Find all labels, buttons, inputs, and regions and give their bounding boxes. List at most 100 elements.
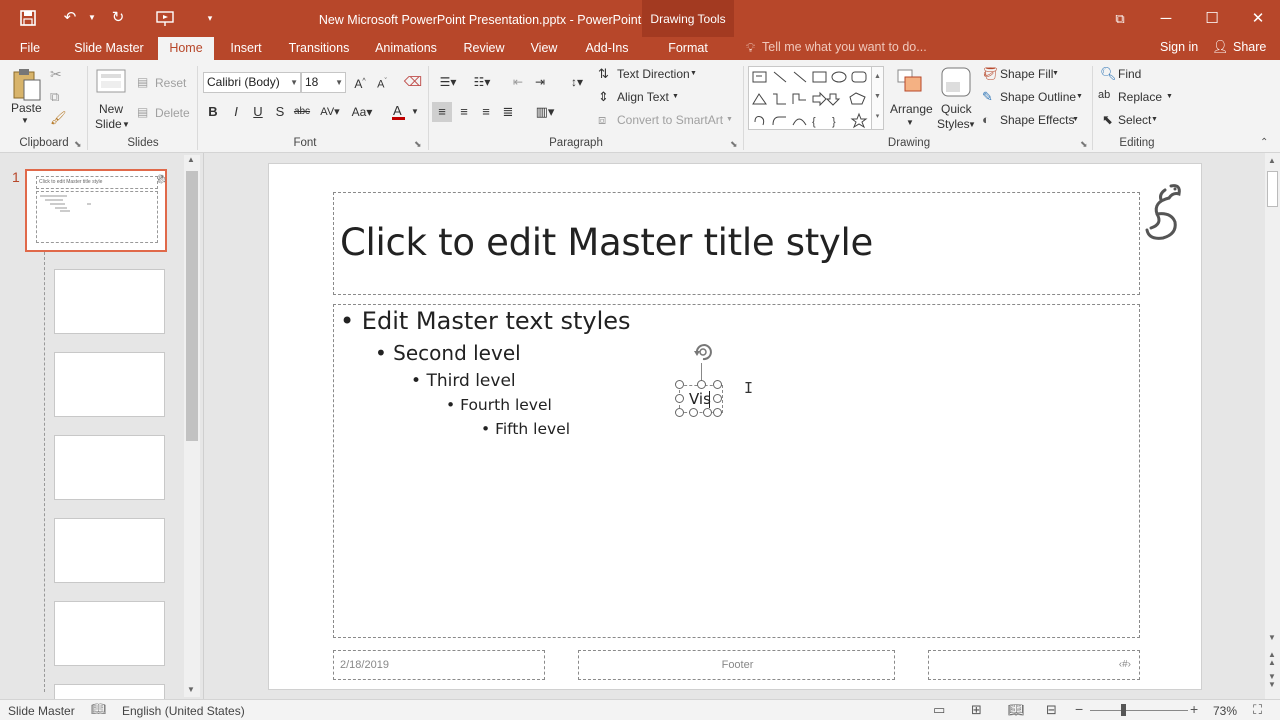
undo-dropdown-icon[interactable]: ▼ [80,8,104,28]
delete-icon[interactable]: ▤ [137,105,148,119]
tab-insert[interactable]: Insert [222,37,270,60]
ribbon-display-options-icon[interactable]: ⧉ [1097,0,1143,37]
slide-sorter-icon[interactable]: ⊞ [971,702,982,718]
decrease-font-icon[interactable]: Aˇ [372,72,392,92]
replace-button[interactable]: Replace [1118,90,1162,104]
text-level-4[interactable]: • Fourth level [446,396,552,414]
resize-handle[interactable] [675,394,684,403]
select-icon[interactable]: ⬉ [1102,112,1113,128]
layout-thumbnail[interactable] [54,435,165,500]
justify-icon[interactable]: ≣ [498,102,518,122]
align-text-dropdown-icon[interactable]: ▼ [672,93,679,100]
next-slide-icon[interactable]: ▼ ▼ [1268,673,1276,689]
bold-icon[interactable]: B [203,102,223,122]
paragraph-launcher-icon[interactable]: ⬊ [730,139,738,150]
text-direction-icon[interactable]: ⇅ [598,66,609,82]
replace-icon[interactable]: ab [1098,89,1110,101]
quick-styles-icon[interactable] [940,66,972,98]
scroll-thumb[interactable] [1267,171,1278,207]
align-text-icon[interactable]: ⇕ [598,89,609,105]
align-left-icon[interactable]: ≡ [432,102,452,122]
shapes-gallery-scroll[interactable]: ▲ ▼ ▾ [872,66,884,130]
reset-icon[interactable]: ▤ [137,75,148,89]
quick-styles-dropdown-icon[interactable]: ▼ [968,120,976,129]
editor-scrollbar[interactable]: ▲ ▼ ▲ ▲ ▼ ▼ [1265,153,1280,699]
tell-me-input[interactable]: Tell me what you want to do... [762,40,927,54]
line-spacing-icon[interactable]: ↕▾ [563,72,591,92]
layout-thumbnail[interactable] [54,352,165,417]
customize-qat-icon[interactable]: ▾ [198,8,222,28]
new-slide-dropdown-icon[interactable]: ▼ [122,120,130,129]
tab-transitions[interactable]: Transitions [280,37,358,60]
replace-dropdown-icon[interactable]: ▼ [1166,93,1173,100]
tab-file[interactable]: File [12,37,48,60]
zoom-in-button[interactable]: + [1190,701,1198,717]
reading-view-icon[interactable]: 📖︎ [1008,702,1025,718]
format-painter-icon[interactable]: 🖌︎ [50,110,67,126]
collapse-ribbon-icon[interactable]: ⌃ [1260,137,1268,148]
master-thumbnail[interactable]: Click to edit Master title style 🐉︎ [25,169,167,252]
strikethrough-icon[interactable]: abc [292,102,312,122]
slide-show-icon[interactable]: ⊟ [1046,702,1057,718]
layout-thumbnail[interactable] [54,684,165,699]
copy-icon[interactable]: ⧉ [50,89,59,105]
zoom-level[interactable]: 73% [1213,704,1237,718]
select-button[interactable]: Select [1118,113,1151,127]
font-size-dropdown-icon[interactable]: ▼ [335,73,343,92]
quick-styles-label-2[interactable]: Styles [937,117,970,131]
rotate-handle-icon[interactable] [691,341,715,363]
text-level-5[interactable]: • Fifth level [481,420,570,438]
zoom-out-button[interactable]: − [1075,701,1083,717]
resize-handle[interactable] [713,408,722,417]
text-level-3[interactable]: • Third level [411,371,516,391]
shape-effects-dropdown-icon[interactable]: ▼ [1072,116,1079,123]
font-name-dropdown-icon[interactable]: ▼ [290,73,298,92]
quick-styles-label-1[interactable]: Quick [941,102,972,116]
decrease-indent-icon[interactable]: ⇤ [508,72,528,92]
slide-number-placeholder[interactable]: ‹#› [928,650,1140,680]
select-dropdown-icon[interactable]: ▼ [1151,116,1158,123]
shape-outline-dropdown-icon[interactable]: ▼ [1076,93,1083,100]
scroll-down-icon[interactable]: ▼ [1268,633,1276,642]
previous-slide-icon[interactable]: ▲ ▲ [1268,651,1276,667]
arrange-icon[interactable] [896,68,924,96]
font-launcher-icon[interactable]: ⬊ [414,139,422,150]
save-icon[interactable] [16,8,40,28]
resize-handle[interactable] [675,408,684,417]
normal-view-icon[interactable]: ▭ [933,702,945,718]
text-level-2[interactable]: • Second level [375,341,521,365]
resize-handle[interactable] [675,380,684,389]
shape-outline-icon[interactable]: ✎ [982,89,993,105]
resize-handle[interactable] [697,380,706,389]
language-indicator[interactable]: English (United States) [122,704,245,718]
resize-handle[interactable] [689,408,698,417]
shape-fill-dropdown-icon[interactable]: ▼ [1052,70,1059,77]
increase-indent-icon[interactable]: ⇥ [530,72,550,92]
scroll-thumb[interactable] [186,171,198,441]
layout-thumbnail[interactable] [54,601,165,666]
layout-thumbnail[interactable] [54,269,165,334]
text-direction-button[interactable]: Text Direction [617,67,690,81]
fit-to-window-icon[interactable]: ⛶ [1253,702,1262,718]
undo-icon[interactable]: ↶ [58,8,82,28]
thumbnail-scrollbar[interactable]: ▲ ▼ [184,155,200,697]
font-size-combo[interactable]: 18 ▼ [301,72,346,93]
tab-view[interactable]: View [522,37,566,60]
character-spacing-icon[interactable]: AV▾ [316,102,344,122]
scroll-up-icon[interactable]: ▲ [1268,156,1276,165]
text-level-1[interactable]: • Edit Master text styles [340,307,631,335]
zoom-slider-thumb[interactable] [1121,704,1126,716]
shapes-gallery[interactable]: { } [748,66,872,130]
delete-button[interactable]: Delete [155,106,190,120]
zoom-slider[interactable] [1090,710,1188,711]
tab-format[interactable]: Format [656,37,720,60]
smartart-icon[interactable]: ⧈ [598,112,606,128]
shape-effects-icon[interactable]: ◐ [982,112,990,127]
title-placeholder[interactable]: Click to edit Master title style [333,192,1140,295]
align-center-icon[interactable]: ≡ [454,102,474,122]
resize-handle[interactable] [703,408,712,417]
tab-slide-master[interactable]: Slide Master [66,37,152,60]
new-slide-label-2[interactable]: Slide [95,117,122,131]
slide-title[interactable]: Click to edit Master title style [340,221,873,264]
bullets-icon[interactable]: ☰▾ [434,72,462,92]
